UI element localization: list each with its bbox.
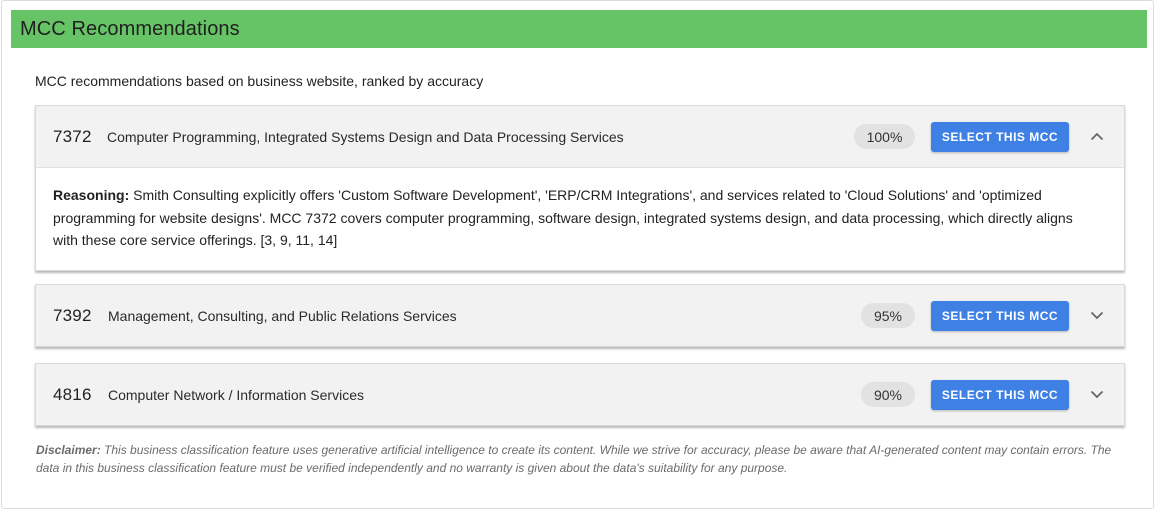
recommendation-header[interactable]: 7392 Management, Consulting, and Public … — [36, 285, 1124, 346]
accuracy-badge: 90% — [861, 382, 915, 407]
chevron-down-icon[interactable] — [1087, 306, 1107, 326]
recommendation-panel-7392: 7392 Management, Consulting, and Public … — [35, 284, 1125, 347]
mcc-recommendations-card: MCC Recommendations MCC recommendations … — [1, 0, 1154, 509]
recommendation-header[interactable]: 4816 Computer Network / Information Serv… — [36, 364, 1124, 425]
reasoning-section: Reasoning: Smith Consulting explicitly o… — [36, 167, 1124, 270]
card-header: MCC Recommendations — [11, 10, 1147, 48]
select-mcc-button[interactable]: SELECT THIS MCC — [931, 300, 1069, 331]
select-mcc-button[interactable]: SELECT THIS MCC — [931, 121, 1069, 152]
mcc-description: Computer Network / Information Services — [108, 386, 364, 403]
chevron-down-icon[interactable] — [1087, 385, 1107, 405]
recommendation-panel-4816: 4816 Computer Network / Information Serv… — [35, 363, 1125, 426]
select-mcc-button[interactable]: SELECT THIS MCC — [931, 379, 1069, 410]
mcc-description: Computer Programming, Integrated Systems… — [107, 128, 624, 145]
mcc-description: Management, Consulting, and Public Relat… — [108, 307, 457, 324]
mcc-code: 7372 — [53, 126, 92, 146]
recommendation-panel-7372: 7372 Computer Programming, Integrated Sy… — [35, 105, 1125, 271]
disclaimer: Disclaimer: This business classification… — [36, 442, 1131, 477]
reasoning-text: Smith Consulting explicitly offers 'Cust… — [53, 187, 1073, 248]
chevron-up-icon[interactable] — [1087, 127, 1107, 147]
accuracy-badge: 100% — [854, 124, 915, 149]
card-title: MCC Recommendations — [20, 17, 240, 40]
disclaimer-label: Disclaimer: — [36, 443, 101, 457]
mcc-code: 4816 — [53, 384, 92, 404]
mcc-code: 7392 — [53, 305, 92, 325]
accuracy-badge: 95% — [861, 303, 915, 328]
disclaimer-text: This business classification feature use… — [36, 443, 1112, 475]
recommendation-header[interactable]: 7372 Computer Programming, Integrated Sy… — [36, 106, 1124, 167]
reasoning-label: Reasoning: — [53, 187, 130, 203]
subtitle: MCC recommendations based on business we… — [35, 73, 484, 89]
